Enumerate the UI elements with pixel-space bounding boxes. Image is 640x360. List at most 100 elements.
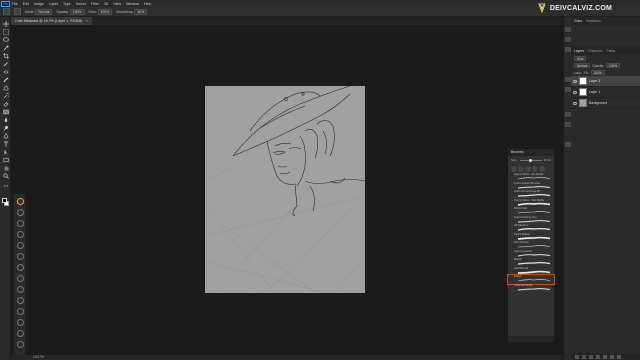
healing-brush-tool-icon[interactable] [2, 69, 9, 75]
opacity-control[interactable]: Opacity: 100% [56, 8, 85, 15]
recent-brush-icon[interactable] [539, 165, 545, 172]
brush-item[interactable]: Kyle's Gouache [508, 250, 554, 259]
tab-close-icon[interactable]: × [86, 19, 88, 23]
recent-brush-icon[interactable] [518, 165, 524, 172]
tab-swatches[interactable]: Swatches [586, 19, 601, 23]
flow-input[interactable]: 100% [97, 8, 113, 15]
tab-layers[interactable]: Layers [574, 49, 584, 53]
brushes-panel-title[interactable]: Brushes [508, 149, 554, 156]
blend-mode-select[interactable]: Normal [574, 63, 591, 68]
brush-preset-picker[interactable] [14, 8, 21, 15]
brush-preset-12-icon[interactable] [17, 319, 24, 326]
clone-stamp-tool-icon[interactable] [2, 85, 9, 91]
layer-row[interactable]: Background [571, 98, 640, 109]
menu-layer[interactable]: Layer [49, 2, 58, 6]
recent-brush-icon[interactable] [525, 165, 531, 172]
hand-tool-icon[interactable] [2, 165, 9, 171]
brush-preset-9-icon[interactable] [17, 286, 24, 293]
brush-preset-6-icon[interactable] [17, 253, 24, 260]
foreground-color-swatch[interactable] [2, 198, 7, 203]
pen-tool-icon[interactable] [2, 133, 9, 139]
new-group-icon[interactable] [603, 354, 607, 359]
brush-item[interactable]: Soft Airbrush [508, 241, 554, 250]
smoothing-control[interactable]: Smoothing: 10% [116, 8, 148, 15]
gradient-tool-icon[interactable] [2, 109, 9, 115]
dodge-tool-icon[interactable] [2, 125, 9, 131]
history-brush-tool-icon[interactable] [2, 93, 9, 99]
brush-preset-14-icon[interactable] [17, 341, 24, 348]
type-tool-icon[interactable] [2, 141, 9, 147]
menu-image[interactable]: Image [34, 2, 44, 6]
rectangle-tool-icon[interactable] [2, 157, 9, 163]
brush-preset-1-icon[interactable] [17, 198, 24, 205]
slider-handle[interactable] [528, 158, 532, 162]
lasso-tool-icon[interactable] [2, 37, 9, 43]
eyedropper-tool-icon[interactable] [2, 61, 9, 67]
more-tools-icon[interactable] [2, 183, 9, 189]
quick-select-tool-icon[interactable] [2, 45, 9, 51]
menu-3d[interactable]: 3D [104, 2, 109, 6]
brush-item[interactable]: Charcoal Pencil [508, 284, 554, 293]
visibility-eye-icon[interactable] [573, 101, 577, 105]
recent-brush-icon[interactable] [532, 165, 538, 172]
tab-channels[interactable]: Channels [588, 49, 602, 53]
tool-preset-picker[interactable] [3, 8, 10, 15]
new-layer-icon[interactable] [610, 354, 614, 359]
layer-opacity-input[interactable]: 100% [605, 63, 621, 68]
move-tool-icon[interactable] [2, 21, 9, 27]
menu-file[interactable]: File [12, 2, 18, 6]
smoothing-input[interactable]: 10% [134, 8, 148, 15]
brush-preset-7-icon[interactable] [17, 264, 24, 271]
flow-control[interactable]: Flow: 100% [89, 8, 113, 15]
mode-control[interactable]: Mode: Normal [25, 8, 53, 15]
brush-item[interactable]: Kyle's Drawing Pen [508, 216, 554, 225]
link-layers-icon[interactable] [575, 354, 579, 359]
menu-type[interactable]: Type [63, 2, 71, 6]
brush-item[interactable]: Eraser [507, 274, 555, 285]
mode-select[interactable]: Normal [35, 8, 53, 15]
brush-preset-10-icon[interactable] [17, 297, 24, 304]
path-selection-tool-icon[interactable] [2, 149, 9, 155]
brush-item[interactable]: Pencil Deluxe [508, 233, 554, 242]
brush-item[interactable]: Round Soft [508, 207, 554, 216]
tab-color[interactable]: Color [574, 19, 582, 23]
document-canvas[interactable] [205, 86, 365, 293]
zoom-tool-icon[interactable] [2, 173, 9, 179]
menu-help[interactable]: Help [144, 2, 151, 6]
brush-preset-3-icon[interactable] [17, 220, 24, 227]
brush-preset-4-icon[interactable] [17, 231, 24, 238]
eraser-tool-icon[interactable] [2, 101, 9, 107]
brush-item[interactable]: Sketch [508, 258, 554, 267]
brush-item[interactable]: Kyle's Inkbox - Dry Media [508, 173, 554, 182]
photoshop-logo[interactable]: Ps [1, 0, 10, 7]
add-mask-icon[interactable] [589, 354, 593, 359]
marquee-tool-icon[interactable] [2, 29, 9, 35]
layer-style-icon[interactable] [582, 354, 586, 359]
brush-preset-13-icon[interactable] [17, 330, 24, 337]
menu-window[interactable]: Window [126, 2, 139, 6]
adjustment-layer-icon[interactable] [596, 354, 600, 359]
brush-item[interactable]: Ink Sketch 2 [508, 224, 554, 233]
brush-preset-5-icon[interactable] [17, 242, 24, 249]
menu-select[interactable]: Select [76, 2, 86, 6]
tab-paths[interactable]: Paths [607, 49, 616, 53]
brush-item[interactable]: Kyle's Inkbox - Wet Media [508, 199, 554, 208]
brush-preset-11-icon[interactable] [17, 308, 24, 315]
crop-tool-icon[interactable] [2, 53, 9, 59]
layer-row[interactable]: Layer 3 [571, 76, 640, 87]
blur-tool-icon[interactable] [2, 117, 9, 123]
layer-row[interactable]: Layer 1 [571, 87, 640, 98]
document-tab[interactable]: Cafe Metacast @ 16.7% (Layer 1, RGB/8) × [11, 17, 93, 25]
fill-input[interactable]: 100% [590, 70, 605, 75]
opacity-input[interactable]: 100% [69, 8, 85, 15]
visibility-eye-icon[interactable] [573, 90, 577, 94]
brush-item[interactable]: Hard Round [508, 267, 554, 276]
brush-preset-2-icon[interactable] [17, 209, 24, 216]
menu-filter[interactable]: Filter [91, 2, 99, 6]
brush-size-slider[interactable] [519, 158, 542, 162]
layer-kind-filter[interactable]: Kind [574, 56, 587, 61]
brush-item[interactable]: Kyle's Spatter Brushes [508, 182, 554, 191]
visibility-eye-icon[interactable] [573, 79, 577, 83]
brush-tool-icon[interactable] [2, 77, 9, 83]
menu-view[interactable]: View [113, 2, 121, 6]
